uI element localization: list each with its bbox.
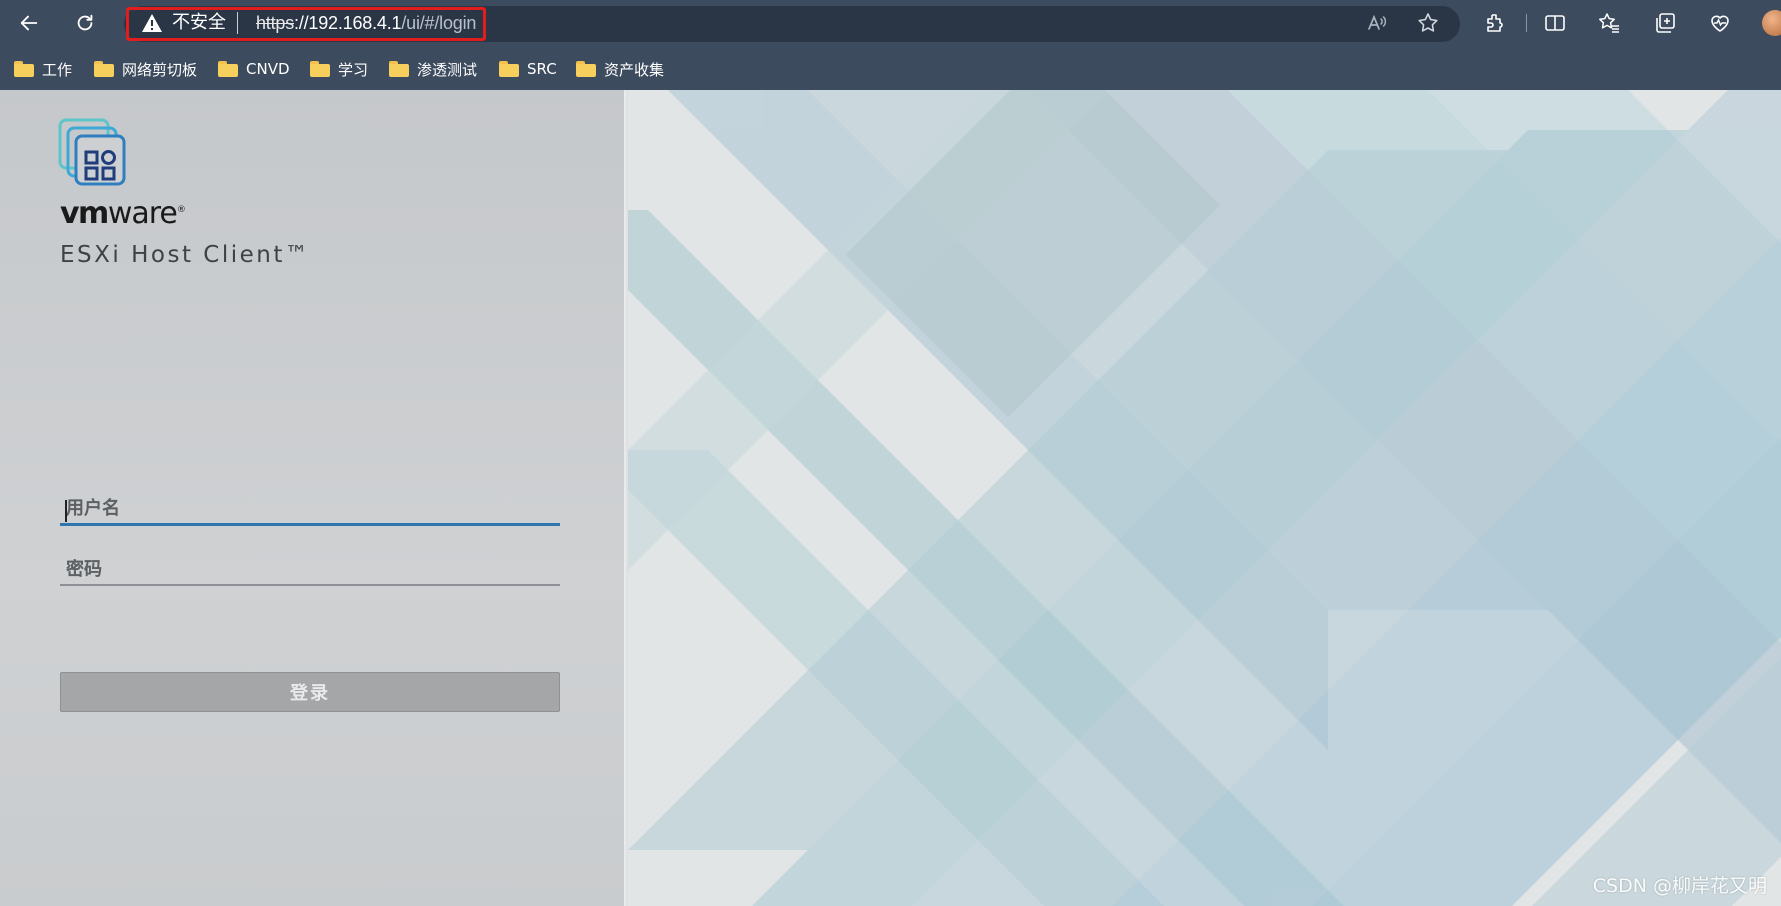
vmware-logo-mark-icon [58,118,126,186]
favorite-button[interactable] [1416,11,1440,35]
toolbar-divider [1526,14,1527,32]
profile-avatar[interactable] [1762,10,1781,36]
url-path: /ui/#/login [401,13,477,33]
bookmark-folder-assets[interactable]: 资产收集 [576,58,664,80]
favorites-icon [1599,13,1619,33]
bookmark-label: 资产收集 [604,60,665,79]
wordmark-vm: vm [60,196,109,231]
favorites-button[interactable] [1597,11,1621,35]
bookmark-folder-study[interactable]: 学习 [310,58,368,80]
extensions-icon [1487,14,1503,32]
bookmark-folder-clipboard[interactable]: 网络剪切板 [94,58,197,80]
wordmark-ware: ware [107,196,178,231]
product-name: ESXi Host Client™ [60,242,311,268]
login-panel: vmware® ESXi Host Client™ 登录 [0,90,626,906]
folder-icon [576,61,596,77]
password-field-container [60,554,560,586]
folder-icon [14,61,34,77]
bookmark-folder-work[interactable]: 工作 [14,58,72,80]
bookmark-folder-pentest[interactable]: 渗透测试 [389,58,477,80]
diagonal-pattern-graphic [628,90,1781,906]
read-aloud-button[interactable] [1365,11,1389,35]
username-field-container [60,494,560,526]
url-host: ://192.168.4.1 [294,13,402,33]
bookmark-label: 工作 [42,60,73,79]
security-status-label[interactable]: 不安全 [172,12,226,34]
collections-button[interactable] [1653,11,1677,35]
password-input[interactable] [60,554,560,584]
wordmark-registered: ® [176,205,186,215]
page-content: vmware® ESXi Host Client™ 登录 [0,90,1781,906]
url-protocol: https [256,13,295,33]
back-icon [20,15,38,31]
browser-essentials-button[interactable] [1708,11,1732,35]
username-input[interactable] [60,494,560,523]
bookmarks-bar: 工作 网络剪切板 CNVD 学习 渗透测试 SRC 资产收集 [0,46,1781,90]
refresh-button[interactable] [70,8,100,38]
browser-toolbar: 不安全 https://192.168.4.1/ui/#/login [0,0,1781,46]
bookmark-label: 学习 [338,60,369,79]
background-pattern [628,90,1781,906]
read-aloud-icon [1368,14,1387,30]
split-screen-button[interactable] [1543,11,1567,35]
folder-icon [94,61,114,77]
bookmark-label: CNVD [246,60,290,78]
bookmark-folder-cnvd[interactable]: CNVD [218,58,290,80]
folder-icon [389,61,409,77]
favorite-star-icon [1418,13,1438,32]
browser-essentials-icon [1711,15,1729,32]
refresh-icon [77,14,93,31]
url-separator [237,12,238,34]
back-button[interactable] [14,8,44,38]
bookmark-folder-src[interactable]: SRC [499,58,557,80]
bookmark-label: 网络剪切板 [122,60,198,79]
url-text[interactable]: https://192.168.4.1/ui/#/login [256,12,476,34]
login-button[interactable]: 登录 [60,672,560,712]
folder-icon [310,61,330,77]
folder-icon [499,61,519,77]
folder-icon [218,61,238,77]
warning-icon[interactable] [141,13,163,33]
bookmark-label: SRC [527,60,557,78]
watermark-text: CSDN @柳岸花又明 [1592,875,1767,897]
bookmark-label: 渗透测试 [417,60,478,79]
text-caret [65,500,67,522]
split-screen-icon [1545,15,1565,31]
collections-icon [1656,13,1675,33]
vmware-wordmark: vmware® [60,196,186,231]
extensions-button[interactable] [1483,11,1507,35]
